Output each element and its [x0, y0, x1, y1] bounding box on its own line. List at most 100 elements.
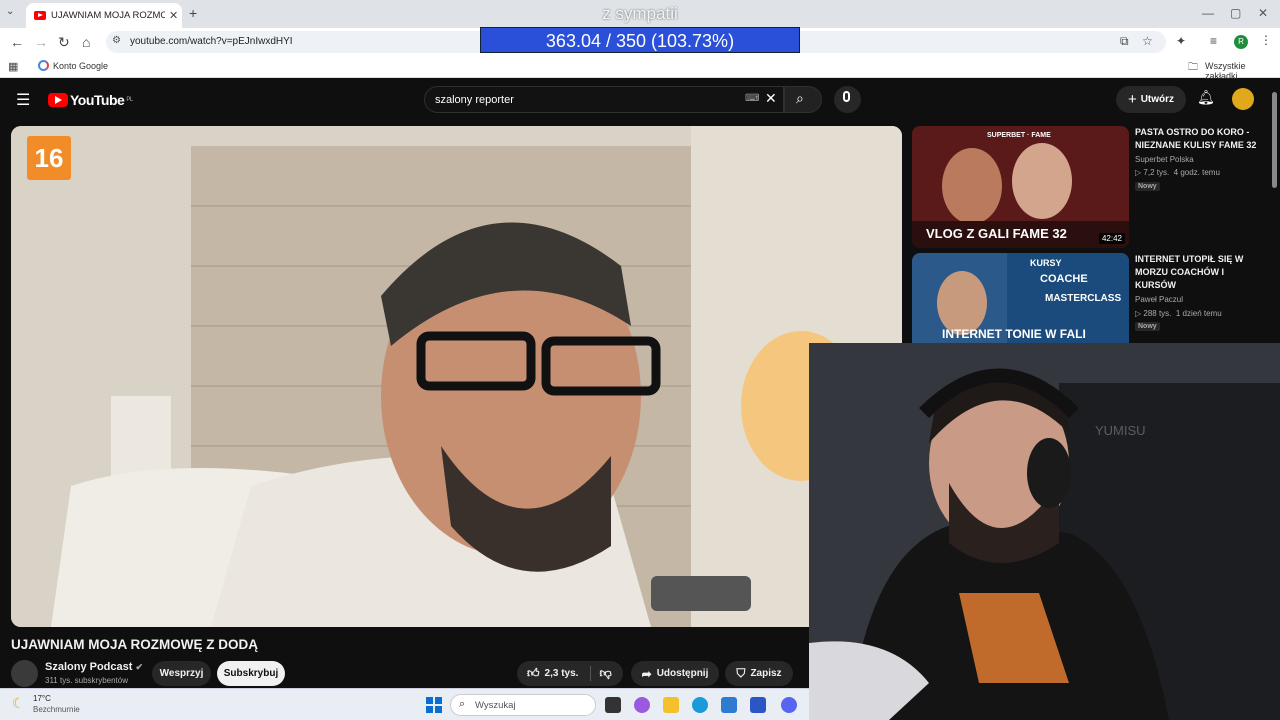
notifications-bell-icon[interactable]: 🔔︎: [1197, 89, 1215, 106]
apps-grid-icon[interactable]: ▦: [8, 60, 18, 73]
bookmarks-bar: ▦ Konto Google 🗀 Wszystkie zakładki: [0, 56, 1280, 81]
youtube-logo-text: YouTube: [70, 92, 125, 108]
rec-channel-2[interactable]: Paweł Paczul: [1135, 295, 1183, 304]
search-box[interactable]: szalony reporter ⌨ ✕: [424, 86, 784, 113]
store-icon[interactable]: [750, 697, 766, 713]
views-icon: ▷: [1135, 309, 1142, 318]
rec-meta-1: ▷ 7,2 tys. 4 godz. temu: [1135, 168, 1220, 177]
dislike-icon[interactable]: 👎︎: [590, 666, 612, 681]
video-player[interactable]: 16: [11, 126, 902, 627]
rec-title-2[interactable]: INTERNET UTOPIŁ SIĘ W MORZU COACHÓW I KU…: [1135, 253, 1265, 292]
rec-thumbnail-1[interactable]: SUPERBET · FAME VLOG Z GALI FAME 32 42:4…: [912, 126, 1129, 248]
page-scrollbar[interactable]: [1272, 92, 1277, 188]
rec-title-1[interactable]: PASTA OSTRO DO KORO - NIEZNANE KULISY FA…: [1135, 126, 1265, 152]
reading-list-icon[interactable]: ≡: [1210, 34, 1217, 48]
forward-icon[interactable]: →: [34, 34, 48, 50]
rec-duration-1: 42:42: [1098, 233, 1125, 244]
search-button[interactable]: ⌕: [784, 86, 822, 113]
tab-close-icon[interactable]: ✕: [169, 9, 178, 22]
google-icon: [38, 60, 49, 71]
outlook-icon[interactable]: [721, 697, 737, 713]
file-explorer-icon[interactable]: [663, 697, 679, 713]
rec-thumb-word-3: MASTERCLASS: [1045, 293, 1122, 304]
weather-condition[interactable]: Bezchmurnie: [33, 705, 80, 714]
cast-icon[interactable]: ⧉: [1120, 34, 1129, 49]
taskbar-search-placeholder: Wyszukaj: [475, 700, 516, 711]
weather-temp[interactable]: 17°C: [33, 694, 51, 703]
age-rating-badge: 16: [27, 136, 71, 180]
taskbar-search-icon: ⌕: [459, 698, 466, 710]
verified-icon: ✔: [135, 662, 144, 672]
back-icon[interactable]: ←: [10, 34, 24, 50]
rec-badge-2: Nowy: [1135, 322, 1160, 331]
rec-thumb-text-2: INTERNET TONIE W FALI: [942, 327, 1086, 341]
browser-tab-active[interactable]: UJAWNIAM MOJA ROZMOWĘ Z ✕: [26, 3, 182, 28]
save-button[interactable]: ⛉ Zapisz: [725, 661, 793, 686]
youtube-play-icon: [48, 93, 68, 107]
windows-start-icon[interactable]: [426, 697, 442, 713]
bookmark-google-account[interactable]: Konto Google: [53, 61, 108, 71]
youtube-logo[interactable]: YouTube PL: [48, 92, 133, 108]
rec-channel-1[interactable]: Superbet Polska: [1135, 155, 1194, 164]
task-view-icon[interactable]: [605, 697, 621, 713]
menu-kebab-icon[interactable]: ⋮: [1260, 33, 1272, 47]
rec-thumb-top-text-1: SUPERBET · FAME: [987, 132, 1051, 139]
url-text[interactable]: youtube.com/watch?v=pEJnIwxdHYI: [130, 36, 293, 47]
voice-search-button[interactable]: [834, 86, 861, 113]
all-bookmarks-link[interactable]: Wszystkie zakładki: [1205, 61, 1280, 81]
tab-search-dropdown-icon[interactable]: ⌄: [6, 6, 14, 17]
reload-icon[interactable]: ↻: [58, 34, 70, 51]
rec-thumbnail-2[interactable]: KURSY COACHE MASTERCLASS INTERNET TONIE …: [912, 253, 1129, 343]
subscribe-button[interactable]: Subskrybuj: [217, 661, 285, 686]
channel-name-text[interactable]: Szalony Podcast: [45, 661, 132, 673]
home-icon[interactable]: ⌂: [82, 34, 90, 50]
windows-taskbar: ☾ 17°C Bezchmurnie ⌕ Wyszukaj: [0, 688, 809, 720]
rec-meta-2: ▷ 288 tys. 1 dzień temu: [1135, 309, 1222, 318]
close-window-icon[interactable]: ✕: [1258, 6, 1268, 20]
account-avatar[interactable]: [1232, 88, 1254, 110]
like-count[interactable]: 2,3 tys.: [545, 668, 579, 679]
discord-icon[interactable]: [781, 697, 797, 713]
weather-moon-icon: ☾: [12, 695, 25, 711]
clear-search-icon[interactable]: ✕: [765, 90, 777, 107]
bookmark-star-icon[interactable]: ☆: [1142, 34, 1153, 48]
video-title: UJAWNIAM MOJA ROZMOWĘ Z DODĄ: [11, 637, 258, 652]
tab-title: UJAWNIAM MOJA ROZMOWĘ Z: [51, 10, 165, 21]
new-tab-icon[interactable]: +: [189, 5, 197, 21]
site-info-icon[interactable]: ⚙: [112, 35, 121, 46]
create-button[interactable]: + Utwórz: [1116, 86, 1186, 113]
youtube-favicon-icon: [34, 11, 46, 20]
rec-thumb-word-2: COACHE: [1040, 273, 1088, 285]
channel-avatar[interactable]: [11, 660, 38, 687]
channel-name[interactable]: Szalony Podcast ✔: [45, 661, 143, 673]
webcam-overlay: YUMISU: [809, 343, 1280, 720]
youtube-header: ☰ YouTube PL szalony reporter ⌨ ✕ ⌕ + Ut…: [0, 80, 1280, 120]
edge-icon[interactable]: [692, 697, 708, 713]
taskbar-search[interactable]: ⌕ Wyszukaj: [450, 694, 596, 716]
rec-age-2: 1 dzień temu: [1175, 309, 1222, 318]
save-icon: ⛉: [736, 666, 746, 680]
create-label: Utwórz: [1140, 94, 1175, 105]
support-button[interactable]: Wesprzyj: [152, 661, 211, 686]
minimize-icon[interactable]: —: [1202, 6, 1214, 20]
copilot-icon[interactable]: [634, 697, 650, 713]
save-label: Zapisz: [750, 668, 782, 679]
keyboard-icon[interactable]: ⌨: [745, 93, 759, 104]
hamburger-menu-icon[interactable]: ☰: [16, 90, 30, 110]
profile-avatar[interactable]: R: [1234, 35, 1248, 49]
like-icon[interactable]: 👍︎: [527, 666, 540, 681]
share-icon: ➦: [641, 666, 652, 681]
search-icon: ⌕: [796, 90, 804, 106]
rec-thumb-text-1: VLOG Z GALI FAME 32: [926, 226, 1067, 241]
chair-text: YUMISU: [1095, 423, 1146, 438]
rec-age-1: 4 godz. temu: [1173, 168, 1220, 177]
restore-icon[interactable]: ▢: [1230, 6, 1241, 20]
share-button[interactable]: ➦ Udostępnij: [631, 661, 719, 686]
webcam-image: [809, 343, 1280, 720]
extensions-icon[interactable]: ✦: [1176, 34, 1186, 48]
youtube-region: PL: [126, 97, 133, 103]
rec-views-1: 7,2 tys.: [1143, 168, 1170, 177]
overlay-title: z sympatii: [602, 4, 678, 23]
search-input[interactable]: szalony reporter: [435, 94, 514, 106]
views-icon: ▷: [1135, 168, 1142, 177]
